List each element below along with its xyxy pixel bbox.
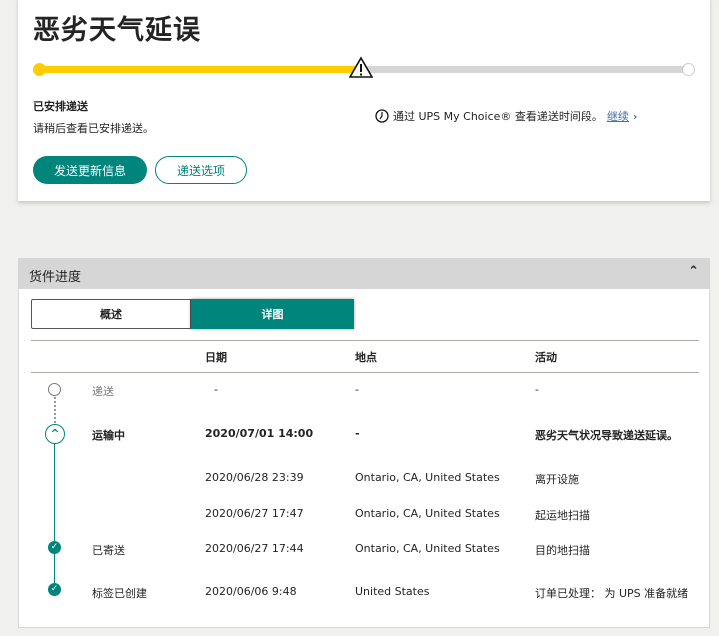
status-cell: 运输中 <box>92 429 125 442</box>
location-cell: - <box>355 427 360 440</box>
timeline-dotted <box>54 397 56 427</box>
activity-cell: 离开设施 <box>535 473 579 486</box>
chevron-right-icon[interactable]: › <box>633 110 638 123</box>
panel-title: 货件进度 <box>29 270 82 285</box>
panel-header[interactable]: 货件进度 ⌃ <box>19 259 709 289</box>
column-activity: 活动 <box>535 351 557 364</box>
send-updates-button[interactable]: 发送更新信息 <box>33 156 147 184</box>
date-cell: 2020/06/27 17:44 <box>205 542 304 555</box>
status-cell: 递送 <box>92 385 114 398</box>
activity-cell: 恶劣天气状况导致递送延误。 <box>535 429 678 442</box>
activity-cell: 目的地扫描 <box>535 544 590 557</box>
location-cell: Ontario, CA, United States <box>355 507 500 520</box>
activity-cell: - <box>535 383 539 396</box>
scheduled-delivery-sub: 请稍后查看已安排递送。 <box>33 122 154 135</box>
location-cell: Ontario, CA, United States <box>355 471 500 484</box>
mychoice-text: 通过 UPS My Choice® 查看递送时间段。 <box>393 110 603 123</box>
continue-link[interactable]: 继续 <box>607 108 629 124</box>
date-cell: 2020/07/01 14:00 <box>205 427 314 440</box>
mychoice-info: 通过 UPS My Choice® 查看递送时间段。 继续 › <box>375 108 637 124</box>
date-cell: 2020/06/27 17:47 <box>205 507 304 520</box>
location-cell: United States <box>355 585 430 598</box>
empty-circle-icon <box>48 383 61 396</box>
column-location: 地点 <box>355 351 377 364</box>
delivery-options-button[interactable]: 递送选项 <box>155 156 247 184</box>
activity-cell: 订单已处理： 为 UPS 准备就绪 <box>535 587 689 600</box>
scheduled-delivery-label: 已安排递送 <box>33 100 88 113</box>
location-cell: Ontario, CA, United States <box>355 542 500 555</box>
tab-detail[interactable]: 详图 <box>191 299 354 329</box>
warning-icon <box>349 56 373 78</box>
progress-start-dot <box>33 63 46 76</box>
date-cell: 2020/06/06 9:48 <box>205 585 297 598</box>
status-cell: 标签已创建 <box>92 587 147 600</box>
clock-icon <box>375 109 389 123</box>
activity-cell: 起运地扫描 <box>535 509 590 522</box>
column-date: 日期 <box>205 351 227 364</box>
progress-fill <box>39 66 361 73</box>
chevron-up-icon[interactable]: ⌃ <box>688 264 699 279</box>
tab-overview[interactable]: 概述 <box>31 299 191 329</box>
date-cell: - <box>214 383 218 396</box>
location-cell: - <box>355 383 359 396</box>
check-circle-icon: ✓ <box>48 541 61 554</box>
date-cell: 2020/06/28 23:39 <box>205 471 304 484</box>
check-circle-icon: ✓ <box>48 583 61 596</box>
divider <box>31 372 699 373</box>
shipment-progress-panel: 货件进度 ⌃ 概述 详图 日期 地点 活动 ^ ✓ ✓ 递送 - - - 运输中 2020… <box>18 258 710 628</box>
page-title: 恶劣天气延误 <box>33 15 201 46</box>
timeline-line <box>54 443 55 589</box>
chevron-up-circle-icon: ^ <box>45 424 65 444</box>
status-cell: 已寄送 <box>92 544 125 557</box>
progress-end-dot <box>682 63 695 76</box>
status-card: 恶劣天气延误 已安排递送 请稍后查看已安排递送。 通过 UPS My Choic… <box>18 0 710 201</box>
divider <box>31 340 699 341</box>
